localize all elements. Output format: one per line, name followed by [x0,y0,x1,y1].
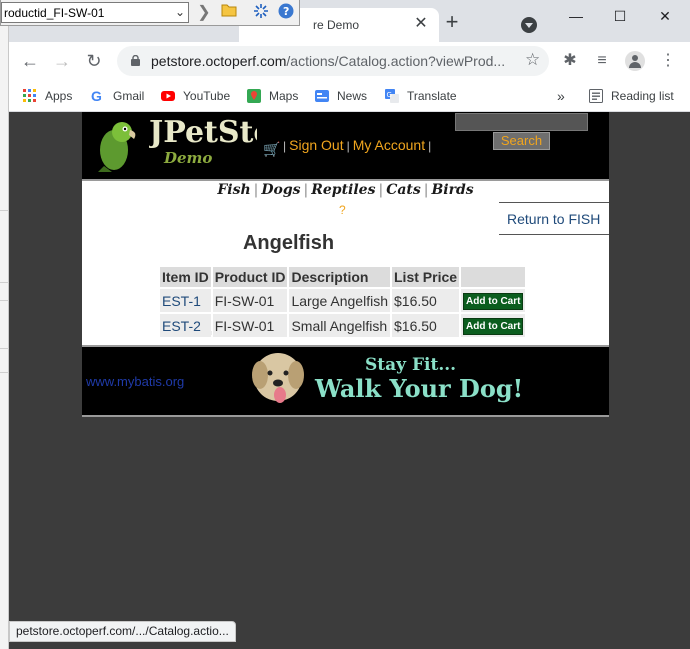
target-icon[interactable] [251,3,271,23]
profile-avatar-icon[interactable] [625,51,645,71]
maps-icon [247,89,261,103]
slogan-line-1: Stay Fit... [365,355,457,375]
address-bar[interactable]: petstore.octoperf.com/actions/Catalog.ac… [117,46,549,76]
bookmark-apps[interactable]: Apps [23,86,72,106]
forward-icon[interactable]: → [51,50,73,72]
logo-demo-text: Demo [164,149,213,167]
item-id-link[interactable]: EST-1 [162,293,201,309]
youtube-icon [161,91,175,101]
product-id-cell: FI-SW-01 [212,314,288,337]
lock-icon [131,55,140,66]
help-icon[interactable]: ? [276,3,296,23]
category-link-reptiles[interactable]: Reptiles [311,182,375,198]
reading-list-button[interactable]: Reading list [589,86,674,106]
items-table: Item ID Product ID Description List Pric… [158,265,527,339]
column-header: Description [289,267,390,287]
price-cell: $16.50 [392,314,460,337]
help-link[interactable]: ? [339,203,346,217]
back-icon[interactable]: ← [19,50,41,72]
tab-title: re Demo [313,18,360,32]
category-link-dogs[interactable]: Dogs [261,182,300,198]
table-footer-cell [160,331,212,335]
back-link-box: Return to FISH [499,202,609,235]
column-header-empty [461,267,526,287]
reload-icon[interactable]: ↻ [83,50,105,72]
description-cell: Large Angelfish [289,289,390,312]
search-input[interactable] [455,113,588,131]
table-row: EST-2 FI-SW-01 Small Angelfish $16.50 Ad… [160,314,526,337]
add-to-cart-button[interactable]: Add to Cart [463,293,524,310]
chevron-down-icon[interactable]: ⌄ [175,5,185,19]
menu-kebab-icon[interactable]: ⋮ [658,51,678,71]
jpetstore-page: JPetStore Demo 🛒 |Sign Out|My Account| S… [82,112,609,417]
maximize-icon[interactable]: ☐ [605,6,635,26]
bookmark-news[interactable]: News [315,86,367,106]
divider [82,179,609,181]
status-bar-url: petstore.octoperf.com/.../Catalog.actio.… [9,621,236,642]
product-id-cell: FI-SW-01 [212,289,288,312]
header-links: | Sign Out | My Account | [283,137,432,153]
floating-toolbar: roductid_FI-SW-01 ⌄ ❯ ? [0,0,300,26]
background-window-edge [0,0,9,649]
bookmarks-bar: Apps G Gmail YouTube Maps News G Transla… [9,80,690,112]
slogan-line-2: Walk Your Dog! [315,374,524,403]
bookmark-gmail[interactable]: G Gmail [91,86,144,106]
close-window-icon[interactable]: ✕ [650,6,680,26]
search-button[interactable]: Search [493,132,550,150]
tab-search-icon[interactable] [521,17,537,33]
column-header: Item ID [160,267,211,287]
mybatis-link[interactable]: www.mybatis.org [86,374,184,389]
apps-grid-icon [23,89,36,102]
folder-icon[interactable] [219,3,239,23]
add-to-cart-button[interactable]: Add to Cart [463,318,524,335]
parrot-logo-icon [98,122,136,172]
bookmark-maps[interactable]: Maps [247,86,298,106]
dog-banner-icon [252,353,304,403]
translate-icon: G [385,89,399,103]
column-header: List Price [392,267,460,287]
cart-icon[interactable]: 🛒 [263,141,280,158]
variable-combobox[interactable]: roductid_FI-SW-01 ⌄ [1,2,189,23]
category-link-fish[interactable]: Fish [217,182,250,198]
table-header-row: Item ID Product ID Description List Pric… [160,267,526,287]
minimize-icon[interactable]: — [561,6,591,26]
category-quicklinks: Fish | Dogs | Reptiles | Cats | Birds [217,182,474,198]
table-row: EST-1 FI-SW-01 Large Angelfish $16.50 Ad… [160,289,526,312]
bookmark-star-icon[interactable]: ☆ [525,50,540,70]
price-cell: $16.50 [392,289,460,312]
chevron-right-icon[interactable]: ❯ [194,3,214,23]
svg-text:G: G [387,91,392,99]
tab-close-icon[interactable]: ✕ [413,16,429,32]
new-tab-icon[interactable]: + [442,11,462,33]
description-cell: Small Angelfish [289,314,390,337]
logo-text: JPetStore [149,115,257,150]
return-to-fish-link[interactable]: Return to FISH [507,211,600,227]
url-text: petstore.octoperf.com/actions/Catalog.ac… [151,53,506,69]
divider [82,415,609,417]
category-link-birds[interactable]: Birds [431,182,473,198]
google-icon: G [91,88,102,104]
media-control-icon[interactable]: ≡ [592,51,612,71]
site-header: JPetStore Demo 🛒 |Sign Out|My Account| S… [82,112,609,179]
bookmark-translate[interactable]: G Translate [385,86,457,106]
sign-out-link[interactable]: Sign Out [289,137,343,153]
site-footer: www.mybatis.org Stay Fit... Walk Your Do… [82,347,609,415]
reading-list-icon [589,89,603,103]
category-link-cats[interactable]: Cats [386,182,421,198]
bookmarks-overflow-icon[interactable]: » [557,86,565,106]
news-icon [315,90,329,102]
column-header: Product ID [212,267,288,287]
bookmark-youtube[interactable]: YouTube [161,86,230,106]
extensions-icon[interactable]: ✱ [560,51,580,71]
page-title: Angelfish [242,232,335,254]
browser-toolbar: ← → ↻ petstore.octoperf.com/actions/Cata… [9,42,690,80]
my-account-link[interactable]: My Account [353,137,425,153]
svg-text:?: ? [283,5,289,18]
